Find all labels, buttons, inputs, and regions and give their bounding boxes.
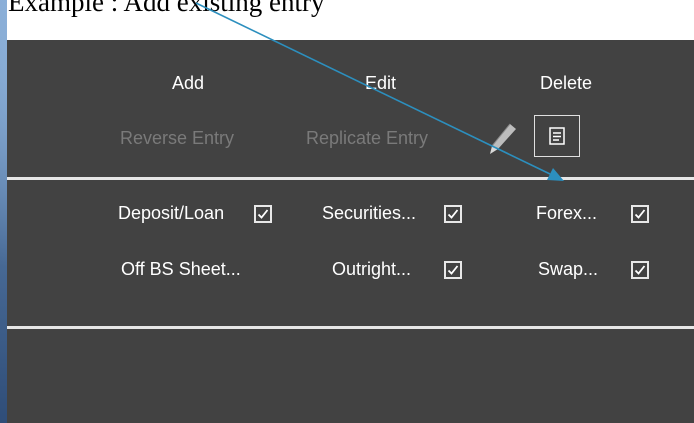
annotation-arrow bbox=[195, 2, 564, 181]
